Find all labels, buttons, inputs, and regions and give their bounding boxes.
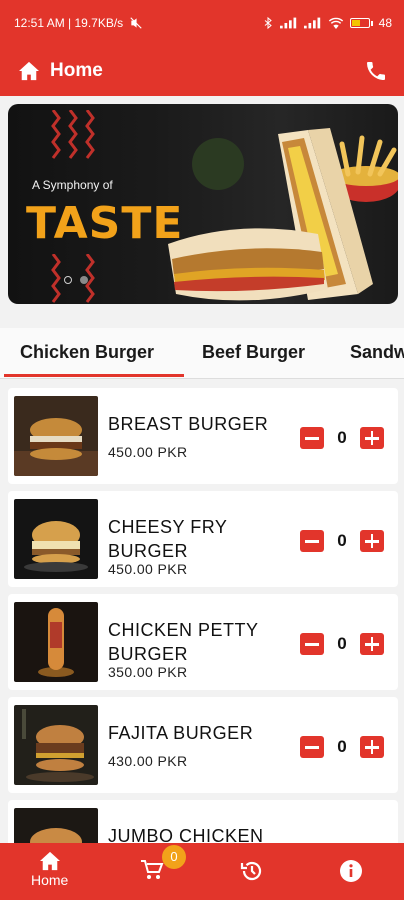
battery-level: 48 [378, 16, 392, 30]
product-name: BREAST BURGER [108, 414, 269, 434]
increase-button[interactable] [360, 427, 384, 449]
quantity-value: 0 [337, 531, 347, 550]
product-name: FAJITA BURGER [108, 723, 254, 743]
tab-chicken-burger[interactable]: Chicken Burger [20, 342, 154, 363]
signal-icon [279, 17, 296, 29]
zigzag-decoration [51, 110, 95, 159]
nav-info[interactable] [339, 859, 363, 883]
product-price: 430.00 PKR [108, 753, 188, 769]
nav-home-label: Home [31, 872, 69, 888]
quantity-value: 0 [337, 428, 347, 447]
home-icon [19, 61, 39, 81]
mute-icon [130, 17, 142, 29]
tab-sandwich[interactable]: Sandw [350, 342, 404, 363]
quantity-value: 0 [337, 737, 347, 756]
cart-icon [141, 860, 164, 879]
promo-banner[interactable]: A Symphony of TASTE [8, 104, 398, 304]
decrease-button[interactable] [300, 530, 324, 552]
quantity-stepper: 0 [300, 530, 384, 552]
carousel-dot[interactable] [80, 276, 88, 284]
wifi-icon [328, 17, 343, 29]
page-title: Home [50, 60, 103, 81]
status-bar: 12:51 AM | 19.7KB/s 48 [0, 0, 404, 46]
decrease-button[interactable] [300, 633, 324, 655]
product-name: CHEESY FRY BURGER [108, 517, 228, 561]
quantity-value: 0 [337, 634, 347, 653]
home-icon [39, 851, 60, 871]
nav-history[interactable] [240, 859, 264, 883]
decrease-button[interactable] [300, 736, 324, 758]
carousel-dot-active[interactable] [64, 276, 72, 284]
battery-icon [349, 18, 373, 28]
increase-button[interactable] [360, 530, 384, 552]
product-card[interactable]: CHEESY FRY BURGER 450.00 PKR 0 [8, 491, 398, 587]
product-price: 350.00 PKR [108, 664, 188, 680]
product-card[interactable]: FAJITA BURGER 430.00 PKR 0 [8, 697, 398, 793]
tab-beef-burger[interactable]: Beef Burger [202, 342, 305, 363]
phone-icon[interactable] [364, 59, 388, 83]
history-icon [240, 861, 262, 881]
carousel-dots [64, 276, 88, 284]
product-price: 450.00 PKR [108, 444, 188, 460]
increase-button[interactable] [360, 736, 384, 758]
product-image [14, 705, 98, 785]
sandwich-image [168, 128, 398, 301]
product-image [14, 396, 98, 476]
product-name: CHICKEN PETTY BURGER [108, 620, 259, 664]
product-card[interactable]: BREAST BURGER 450.00 PKR 0 [8, 388, 398, 484]
category-tabs: Chicken Burger Beef Burger Sandw [0, 328, 404, 378]
signal-icon-2 [303, 17, 320, 29]
bluetooth-icon [264, 16, 272, 30]
product-image [14, 499, 98, 579]
active-tab-indicator [4, 374, 184, 377]
quantity-stepper: 0 [300, 427, 384, 449]
cart-count-badge: 0 [162, 845, 186, 869]
quantity-stepper: 0 [300, 736, 384, 758]
status-time: 12:51 AM | 19.7KB/s [14, 16, 124, 30]
product-card[interactable]: CHICKEN PETTY BURGER 350.00 PKR 0 [8, 594, 398, 690]
increase-button[interactable] [360, 633, 384, 655]
product-image [14, 602, 98, 682]
banner-tagline: A Symphony of [32, 178, 113, 192]
bottom-navigation: Home 0 [0, 843, 404, 900]
app-bar: Home [0, 46, 404, 96]
product-price: 450.00 PKR [108, 561, 188, 577]
tabs-divider [0, 378, 404, 379]
nav-cart[interactable] [140, 859, 164, 881]
info-icon [340, 860, 362, 882]
nav-home[interactable]: Home [31, 851, 68, 888]
decrease-button[interactable] [300, 427, 324, 449]
quantity-stepper: 0 [300, 633, 384, 655]
